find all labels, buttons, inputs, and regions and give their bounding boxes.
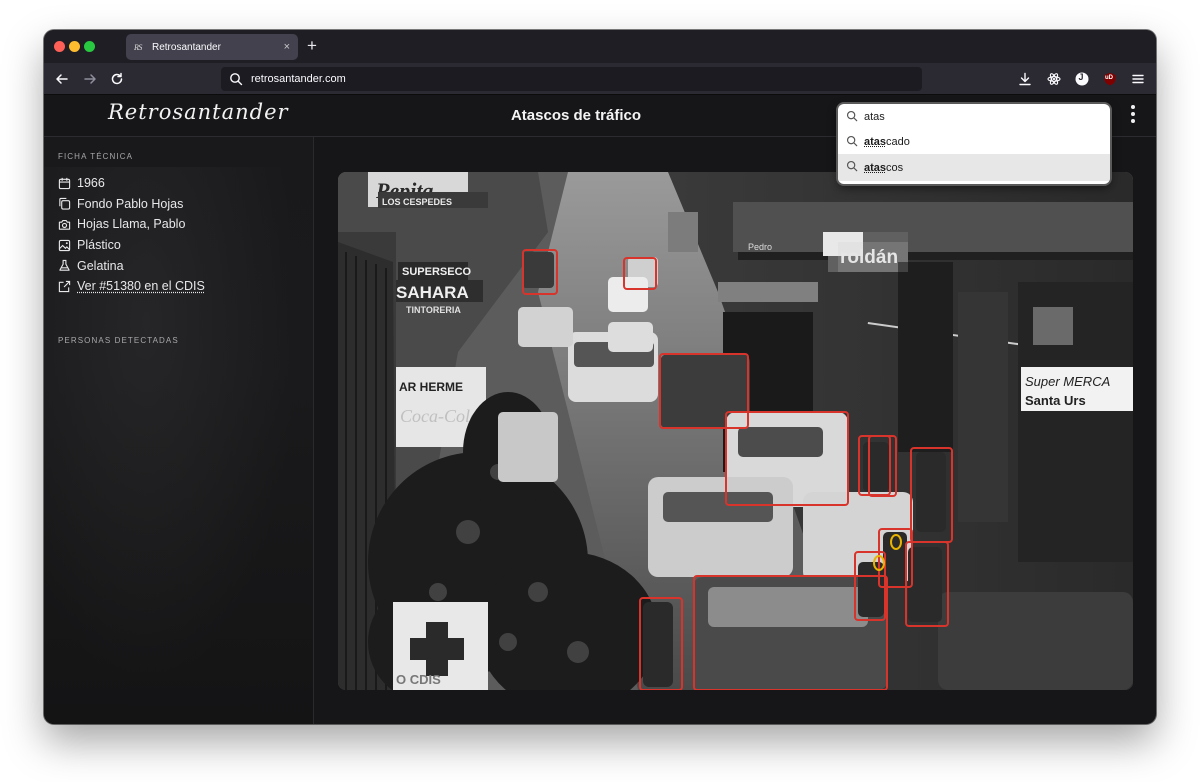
- fact-year: 1966: [58, 173, 205, 194]
- external-link-icon: [58, 280, 71, 292]
- copy-icon: [59, 198, 71, 211]
- tab-retrosantander[interactable]: RS Retrosantander ×: [126, 34, 298, 60]
- fact-label: 1966: [77, 176, 105, 191]
- sign-roldan: roldán: [840, 247, 898, 268]
- section-heading-ficha: FICHA TÉCNICA: [58, 152, 134, 161]
- extension-icon[interactable]: [1045, 70, 1063, 88]
- calendar-icon: [58, 177, 71, 189]
- ublock-icon[interactable]: uD: [1101, 70, 1119, 88]
- fact-collection: Fondo Pablo Hojas: [58, 194, 205, 215]
- sign-cdis: O CDIS: [396, 672, 441, 687]
- search-icon: [846, 135, 858, 147]
- sign-santa-urs: Santa Urs: [1025, 393, 1086, 408]
- tab-title: Retrosantander: [152, 41, 221, 53]
- sign-los-cespedes: LOS CESPEDES: [382, 197, 452, 207]
- fact-list: 1966 Fondo Pablo Hojas Hojas Llama, Pabl…: [58, 173, 205, 297]
- download-icon[interactable]: [1016, 70, 1034, 88]
- suggestion-match: atas: [864, 135, 887, 148]
- search-input[interactable]: atas: [838, 104, 1110, 129]
- window-minimize-button[interactable]: [69, 41, 80, 52]
- section-heading-personas: PERSONAS DETECTADAS: [58, 336, 179, 345]
- profile-initial: J: [1078, 72, 1084, 82]
- sign-super-merca: Super MERCA: [1025, 374, 1110, 389]
- site-favicon-icon: RS: [134, 42, 142, 52]
- url-text: retrosantander.com: [251, 73, 346, 85]
- fact-support: Plástico: [58, 235, 205, 256]
- fact-label: Hojas Llama, Pablo: [77, 217, 186, 232]
- sign-pedro: Pedro: [748, 242, 772, 252]
- cdis-link[interactable]: Ver #51380 en el CDIS: [58, 276, 205, 297]
- menu-icon[interactable]: [1129, 70, 1147, 88]
- fact-label: Gelatina: [77, 258, 124, 273]
- fact-label: Fondo Pablo Hojas: [77, 196, 184, 211]
- camera-icon: [58, 219, 71, 230]
- cdis-link-label[interactable]: Ver #51380 en el CDIS: [77, 279, 205, 293]
- suggestion-match: atas: [864, 161, 887, 174]
- search-combobox: atas atas cado atas cos: [838, 104, 1110, 184]
- sign-coca-cola: Coca-Cola: [400, 406, 479, 426]
- window-close-button[interactable]: [54, 41, 65, 52]
- address-bar[interactable]: retrosantander.com: [221, 67, 922, 91]
- fact-emulsion: Gelatina: [58, 255, 205, 276]
- search-query: atas: [864, 110, 885, 123]
- ublock-label: uD: [1105, 75, 1113, 81]
- search-suggestion[interactable]: atas cado: [838, 129, 1110, 154]
- sign-ar-herme: AR HERME: [399, 380, 463, 394]
- search-icon: [230, 73, 243, 86]
- search-icon: [846, 110, 858, 122]
- tab-close-icon[interactable]: ×: [284, 41, 290, 53]
- fact-label: Plástico: [77, 238, 121, 253]
- image-icon: [58, 239, 71, 251]
- sign-sahara: SAHARA: [396, 283, 469, 302]
- sidebar: FICHA TÉCNICA 1966 Fondo Pablo Hojas Hoj…: [44, 137, 314, 724]
- window-maximize-button[interactable]: [84, 41, 95, 52]
- new-tab-button[interactable]: +: [307, 36, 317, 56]
- profile-icon[interactable]: J: [1073, 70, 1091, 88]
- tab-strip: RS Retrosantander × +: [44, 30, 1156, 63]
- forward-arrow-icon[interactable]: [80, 69, 100, 89]
- sign-superseco: SUPERSECO: [402, 266, 472, 278]
- suggestion-rest: cos: [886, 161, 904, 174]
- fact-author: Hojas Llama, Pablo: [58, 214, 205, 235]
- search-suggestion[interactable]: atas cos: [838, 154, 1110, 181]
- sign-tintoreria: TINTORERIA: [406, 305, 461, 315]
- search-icon: [846, 160, 858, 172]
- suggestion-rest: cado: [886, 135, 910, 148]
- flask-icon: [59, 260, 70, 271]
- navigation-bar: retrosantander.com J uD: [44, 63, 1156, 95]
- more-options-icon[interactable]: [1128, 105, 1138, 125]
- browser-window: RS Retrosantander × + retrosantander.com…: [44, 30, 1156, 724]
- archive-photo: roldán Pedro Super MERCA Santa Urs Pepit…: [338, 172, 1133, 690]
- reload-icon[interactable]: [107, 69, 127, 89]
- back-arrow-icon[interactable]: [52, 69, 72, 89]
